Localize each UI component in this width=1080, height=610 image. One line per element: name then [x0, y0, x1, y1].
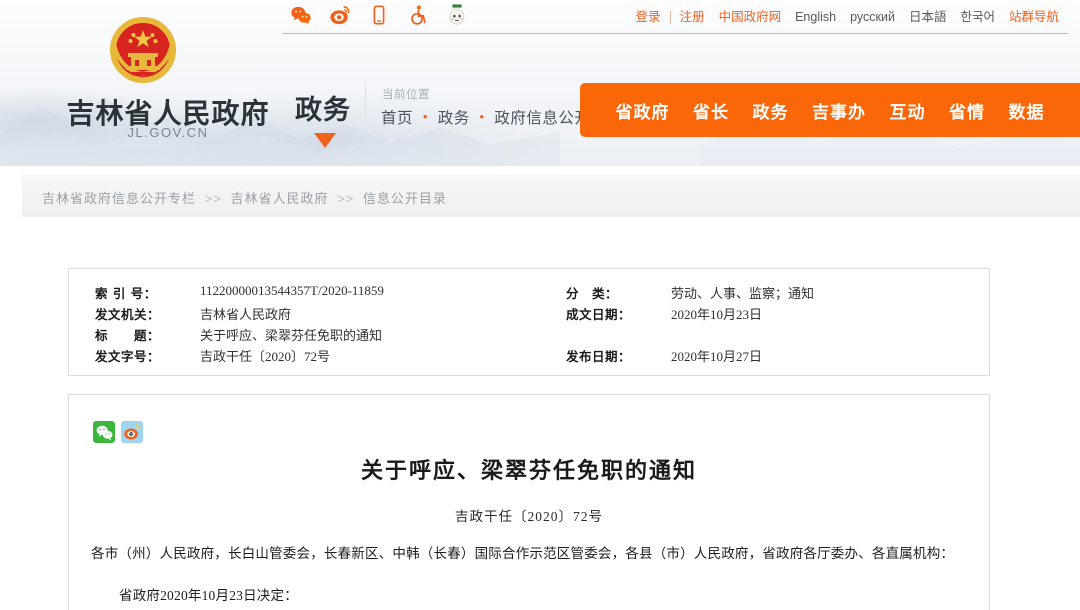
- site-header: 登录 注册 中国政府网 English русский 日本語 한국어 站群导航: [0, 0, 1080, 166]
- document-serial-number: 吉政干任〔2020〕72号: [455, 509, 603, 524]
- nav-item-interaction[interactable]: 互动: [890, 98, 926, 123]
- site-domain: JL.GOV.CN: [127, 125, 209, 140]
- category-label: 分 类：: [566, 286, 619, 301]
- channel-title[interactable]: 政务: [295, 88, 351, 127]
- main-navigation: 省政府 省长 政务 吉事办 互动 省情 数据: [580, 83, 1080, 137]
- wechat-share-icon[interactable]: [93, 421, 115, 443]
- breadcrumb-item-provincial-government[interactable]: 吉林省人民政府: [230, 191, 328, 206]
- page-title: 关于呼应、梁翠芬任免职的通知: [360, 458, 697, 483]
- register-link[interactable]: 注册: [673, 11, 712, 24]
- location-crumbs: 首页 • 政务 • 政府信息公开: [381, 106, 590, 128]
- header-icon-row: [290, 4, 468, 26]
- written-date-value: 2020年10月23日: [671, 307, 763, 322]
- lang-english-link[interactable]: English: [788, 11, 843, 24]
- document-number-value: 吉政干任〔2020〕72号: [200, 349, 331, 364]
- index-number-value: 11220000013544357T/2020-11859: [200, 283, 384, 298]
- national-emblem: [110, 17, 176, 84]
- header-divider-line: [282, 33, 1068, 34]
- page-root: 登录 注册 中国政府网 English русский 日本語 한국어 站群导航: [0, 0, 1080, 610]
- breadcrumb-item-disclosure-catalog[interactable]: 信息公开目录: [363, 191, 447, 206]
- breadcrumb-separator: >>: [204, 191, 222, 206]
- document-title-value: 关于呼应、梁翠芬任免职的通知: [200, 328, 383, 343]
- publish-date-value: 2020年10月27日: [671, 349, 763, 364]
- metadata-row: 发布日期： 2020年10月27日: [566, 346, 762, 365]
- share-buttons: [93, 421, 143, 443]
- metadata-row: 分 类： 劳动、人事、监察；通知: [566, 283, 814, 302]
- lang-japanese-link[interactable]: 日本語: [902, 11, 954, 24]
- lang-russian-link[interactable]: русский: [843, 11, 902, 24]
- nav-item-data[interactable]: 数据: [1009, 98, 1045, 123]
- china-gov-link[interactable]: 中国政府网: [712, 11, 789, 24]
- mobile-icon[interactable]: [368, 4, 390, 26]
- document-content-card: 关于呼应、梁翠芬任免职的通知 吉政干任〔2020〕72号 各市（州）人民政府，长…: [68, 394, 990, 610]
- metadata-grid: 索 引 号： 11220000013544357T/2020-11859 发文机…: [69, 269, 989, 375]
- header-utility-links: 登录 注册 中国政府网 English русский 日本語 한국어 站群导航: [629, 11, 1066, 24]
- metadata-row: 成文日期： 2020年10月23日: [566, 304, 762, 323]
- document-paragraph-recipients: 各市（州）人民政府，长白山管委会，长春新区、中韩（长春）国际合作示范区管委会，各…: [91, 546, 955, 561]
- current-location-label: 当前位置: [382, 89, 430, 101]
- login-link[interactable]: 登录: [629, 11, 668, 24]
- breadcrumb-separator: >>: [337, 191, 355, 206]
- breadcrumb-bar: 吉林省政府信息公开专栏 >> 吉林省人民政府 >> 信息公开目录: [22, 175, 1080, 217]
- link-separator: [669, 11, 671, 24]
- metadata-row: 发文机关： 吉林省人民政府: [95, 304, 291, 323]
- crumb-affairs[interactable]: 政务: [438, 110, 470, 127]
- publish-date-label: 发布日期：: [566, 349, 632, 364]
- nav-item-province-overview[interactable]: 省情: [949, 98, 985, 123]
- index-number-label: 索 引 号：: [95, 286, 157, 301]
- weibo-share-icon[interactable]: [121, 421, 143, 443]
- document-paragraph-decision: 省政府2020年10月23日决定：: [119, 588, 298, 603]
- nav-item-jishiban[interactable]: 吉事办: [812, 98, 866, 123]
- document-title-label: 标 题：: [95, 328, 161, 343]
- issuing-agency-label: 发文机关：: [95, 307, 161, 322]
- crumb-dot-icon: •: [422, 109, 428, 124]
- nav-item-governor[interactable]: 省长: [693, 98, 729, 123]
- nav-item-provincial-government[interactable]: 省政府: [616, 98, 670, 123]
- nav-item-government-affairs[interactable]: 政务: [753, 98, 789, 123]
- breadcrumb: 吉林省政府信息公开专栏 >> 吉林省人民政府 >> 信息公开目录: [42, 188, 447, 207]
- document-metadata-card: 索 引 号： 11220000013544357T/2020-11859 发文机…: [68, 268, 990, 376]
- lang-korean-link[interactable]: 한국어: [953, 11, 1002, 24]
- metadata-row: 索 引 号： 11220000013544357T/2020-11859: [95, 283, 384, 302]
- metadata-row: 标 题： 关于呼应、梁翠芬任免职的通知: [95, 325, 382, 344]
- crumb-gov-info-disclosure[interactable]: 政府信息公开: [494, 110, 590, 127]
- mascot-icon[interactable]: [446, 4, 468, 26]
- crumb-dot-icon: •: [479, 109, 485, 124]
- metadata-row: 发文字号： 吉政干任〔2020〕72号: [95, 346, 330, 365]
- breadcrumb-item-disclosure-column[interactable]: 吉林省政府信息公开专栏: [42, 191, 196, 206]
- document-number-label: 发文字号：: [95, 349, 161, 364]
- site-group-nav-link[interactable]: 站群导航: [1002, 11, 1066, 24]
- header-vertical-divider: [365, 82, 366, 136]
- issuing-agency-value: 吉林省人民政府: [200, 307, 292, 322]
- written-date-label: 成文日期：: [566, 307, 632, 322]
- weibo-icon[interactable]: [329, 4, 351, 26]
- accessibility-icon[interactable]: [407, 4, 429, 26]
- crumb-home[interactable]: 首页: [381, 110, 413, 127]
- category-value: 劳动、人事、监察；通知: [671, 286, 815, 301]
- wechat-icon[interactable]: [290, 4, 312, 26]
- chevron-down-icon[interactable]: [314, 133, 336, 148]
